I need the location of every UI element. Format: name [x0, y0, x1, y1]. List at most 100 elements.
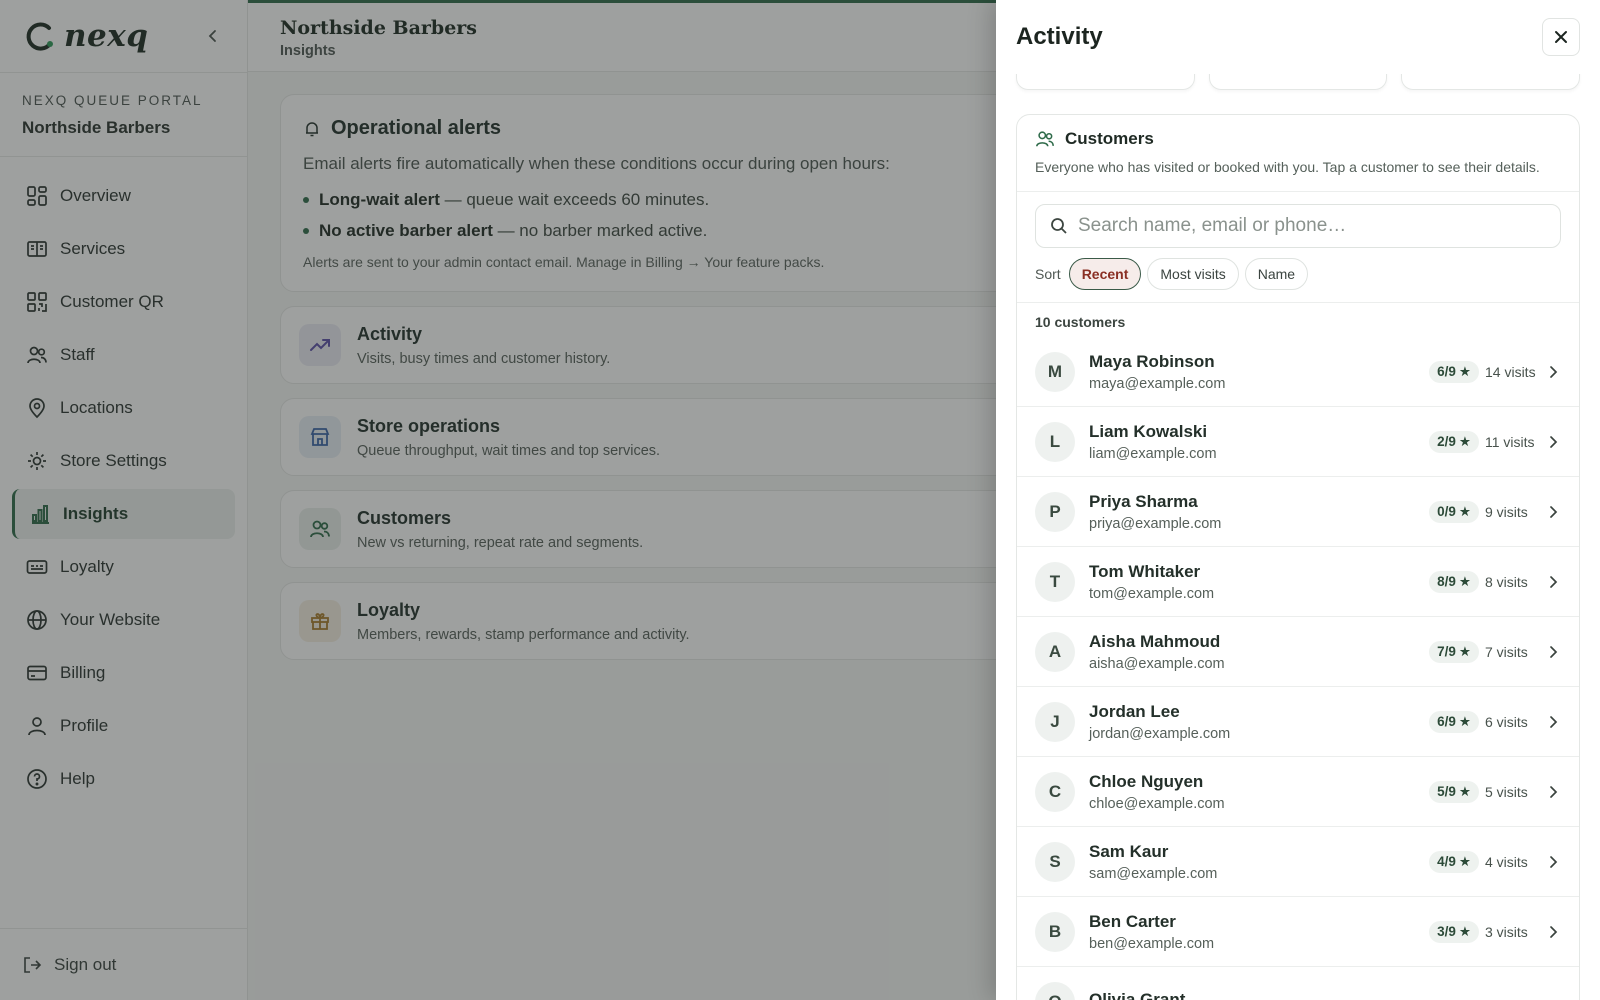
search-box	[1035, 204, 1561, 248]
chevron-right-icon	[1550, 365, 1558, 378]
visit-count: 5 visits	[1485, 783, 1528, 800]
stamp-progress-badge: 2/9 ★	[1429, 430, 1479, 453]
visit-count: 4 visits	[1485, 853, 1528, 870]
customers-title: Customers	[1065, 129, 1154, 148]
visit-count: 3 visits	[1485, 923, 1528, 940]
stamp-progress-badge: 6/9 ★	[1429, 360, 1479, 383]
stamp-count: 6/9	[1437, 364, 1456, 379]
customer-row[interactable]: J Jordan Lee jordan@example.com 6/9 ★ 6 visit…	[1017, 687, 1579, 757]
stamp-count: 8/9	[1437, 574, 1456, 589]
stamp-progress-badge: 7/9 ★	[1429, 640, 1479, 663]
customer-name: Liam Kowalski	[1089, 421, 1208, 441]
drawer-title: Activity	[1016, 23, 1103, 50]
chevron-right-icon	[1550, 435, 1558, 448]
customer-info: Priya Sharma priya@example.com	[1089, 492, 1429, 532]
avatar: O	[1035, 981, 1075, 1000]
star-icon: ★	[1458, 573, 1471, 589]
close-drawer-button[interactable]	[1542, 18, 1580, 56]
customer-name: Aisha Mahmoud	[1089, 631, 1221, 651]
visit-count: 14 visits	[1485, 363, 1536, 380]
customer-list: M Maya Robinson maya@example.com 6/9 ★ 14 vis…	[1017, 337, 1579, 1000]
stamp-count: 7/9	[1437, 644, 1456, 659]
customer-search-input[interactable]	[1078, 215, 1546, 237]
customer-name: Jordan Lee	[1089, 701, 1180, 721]
avatar: T	[1035, 561, 1075, 602]
avatar: C	[1035, 771, 1075, 812]
avatar: S	[1035, 841, 1075, 882]
customer-row[interactable]: S Sam Kaur sam@example.com 4/9 ★ 4 visits	[1017, 827, 1579, 897]
star-icon: ★	[1458, 363, 1471, 379]
sort-name-chip[interactable]: Name	[1244, 258, 1309, 290]
customer-row[interactable]: O Olivia Grant	[1017, 967, 1579, 1000]
stamp-count: 2/9	[1437, 434, 1456, 449]
activity-drawer: Activity Customers Everyone who has visi…	[996, 0, 1600, 1000]
sort-controls: Sort Recent Most visits Name	[1017, 248, 1579, 303]
avatar: B	[1035, 911, 1075, 952]
visit-count: 6 visits	[1485, 713, 1528, 730]
customers-icon	[1036, 131, 1054, 147]
customer-email: ben@example.com	[1089, 935, 1215, 952]
sort-recent-chip[interactable]: Recent	[1068, 258, 1142, 290]
customer-name: Olivia Grant	[1089, 989, 1186, 1000]
customer-name: Maya Robinson	[1089, 351, 1215, 371]
customer-info: Jordan Lee jordan@example.com	[1089, 702, 1429, 742]
search-wrap	[1017, 192, 1579, 248]
customer-email: tom@example.com	[1089, 585, 1215, 602]
chevron-right-icon	[1550, 925, 1558, 938]
customer-info: Sam Kaur sam@example.com	[1089, 842, 1429, 882]
customer-info: Olivia Grant	[1089, 990, 1561, 1000]
chevron-right-icon	[1550, 715, 1558, 728]
stamp-progress-badge: 6/9 ★	[1429, 710, 1479, 733]
stamp-count: 0/9	[1437, 504, 1456, 519]
search-icon	[1051, 218, 1067, 234]
customer-row[interactable]: B Ben Carter ben@example.com 3/9 ★ 3 visits	[1017, 897, 1579, 967]
stamp-progress-badge: 3/9 ★	[1429, 920, 1479, 943]
customer-info: Aisha Mahmoud aisha@example.com	[1089, 632, 1429, 672]
visit-count: 9 visits	[1485, 503, 1528, 520]
customer-email: sam@example.com	[1089, 865, 1218, 882]
stamp-progress-badge: 0/9 ★	[1429, 500, 1479, 523]
customer-name: Sam Kaur	[1089, 841, 1169, 861]
drawer-header: Activity	[996, 0, 1600, 74]
customers-panel-header: Customers Everyone who has visited or bo…	[1017, 115, 1579, 192]
visit-count: 8 visits	[1485, 573, 1528, 590]
customers-panel: Customers Everyone who has visited or bo…	[1016, 114, 1580, 1000]
customer-info: Tom Whitaker tom@example.com	[1089, 562, 1429, 602]
customer-row[interactable]: L Liam Kowalski liam@example.com 2/9 ★ 11 vis…	[1017, 407, 1579, 477]
customer-email: jordan@example.com	[1089, 725, 1231, 742]
customer-email: priya@example.com	[1089, 515, 1222, 532]
customers-subtitle: Everyone who has visited or booked with …	[1035, 159, 1540, 175]
customer-row[interactable]: C Chloe Nguyen chloe@example.com 5/9 ★ 5 visi…	[1017, 757, 1579, 827]
customer-row[interactable]: T Tom Whitaker tom@example.com 8/9 ★ 8 visits	[1017, 547, 1579, 617]
customers-heading: Customers	[1035, 129, 1561, 149]
customer-name: Priya Sharma	[1089, 491, 1198, 511]
customer-info: Maya Robinson maya@example.com	[1089, 352, 1429, 392]
customer-row[interactable]: P Priya Sharma priya@example.com 0/9 ★ 9 visi…	[1017, 477, 1579, 547]
avatar: P	[1035, 491, 1075, 532]
stamp-count: 6/9	[1437, 714, 1456, 729]
avatar: J	[1035, 701, 1075, 742]
star-icon: ★	[1458, 923, 1471, 939]
stamp-count: 4/9	[1437, 854, 1456, 869]
customer-name: Chloe Nguyen	[1089, 771, 1204, 791]
chevron-right-icon	[1550, 575, 1558, 588]
chevron-right-icon	[1550, 645, 1558, 658]
customer-row[interactable]: M Maya Robinson maya@example.com 6/9 ★ 14 vis…	[1017, 337, 1579, 407]
customer-count: 10 customers	[1035, 314, 1126, 330]
avatar: A	[1035, 631, 1075, 672]
star-icon: ★	[1458, 853, 1471, 869]
chevron-right-icon	[1550, 505, 1558, 518]
star-icon: ★	[1458, 713, 1471, 729]
stamp-progress-badge: 4/9 ★	[1429, 850, 1479, 873]
customer-row[interactable]: A Aisha Mahmoud aisha@example.com 7/9 ★ 7 vis…	[1017, 617, 1579, 687]
customer-email: maya@example.com	[1089, 375, 1226, 392]
close-icon	[1555, 31, 1567, 43]
customer-name: Tom Whitaker	[1089, 561, 1201, 581]
customer-name: Ben Carter	[1089, 911, 1176, 931]
customer-email: liam@example.com	[1089, 445, 1217, 462]
sort-most-visits-chip[interactable]: Most visits	[1147, 258, 1239, 290]
chevron-right-icon	[1550, 855, 1558, 868]
customer-info: Chloe Nguyen chloe@example.com	[1089, 772, 1429, 812]
star-icon: ★	[1458, 503, 1471, 519]
visit-count: 11 visits	[1485, 433, 1535, 450]
